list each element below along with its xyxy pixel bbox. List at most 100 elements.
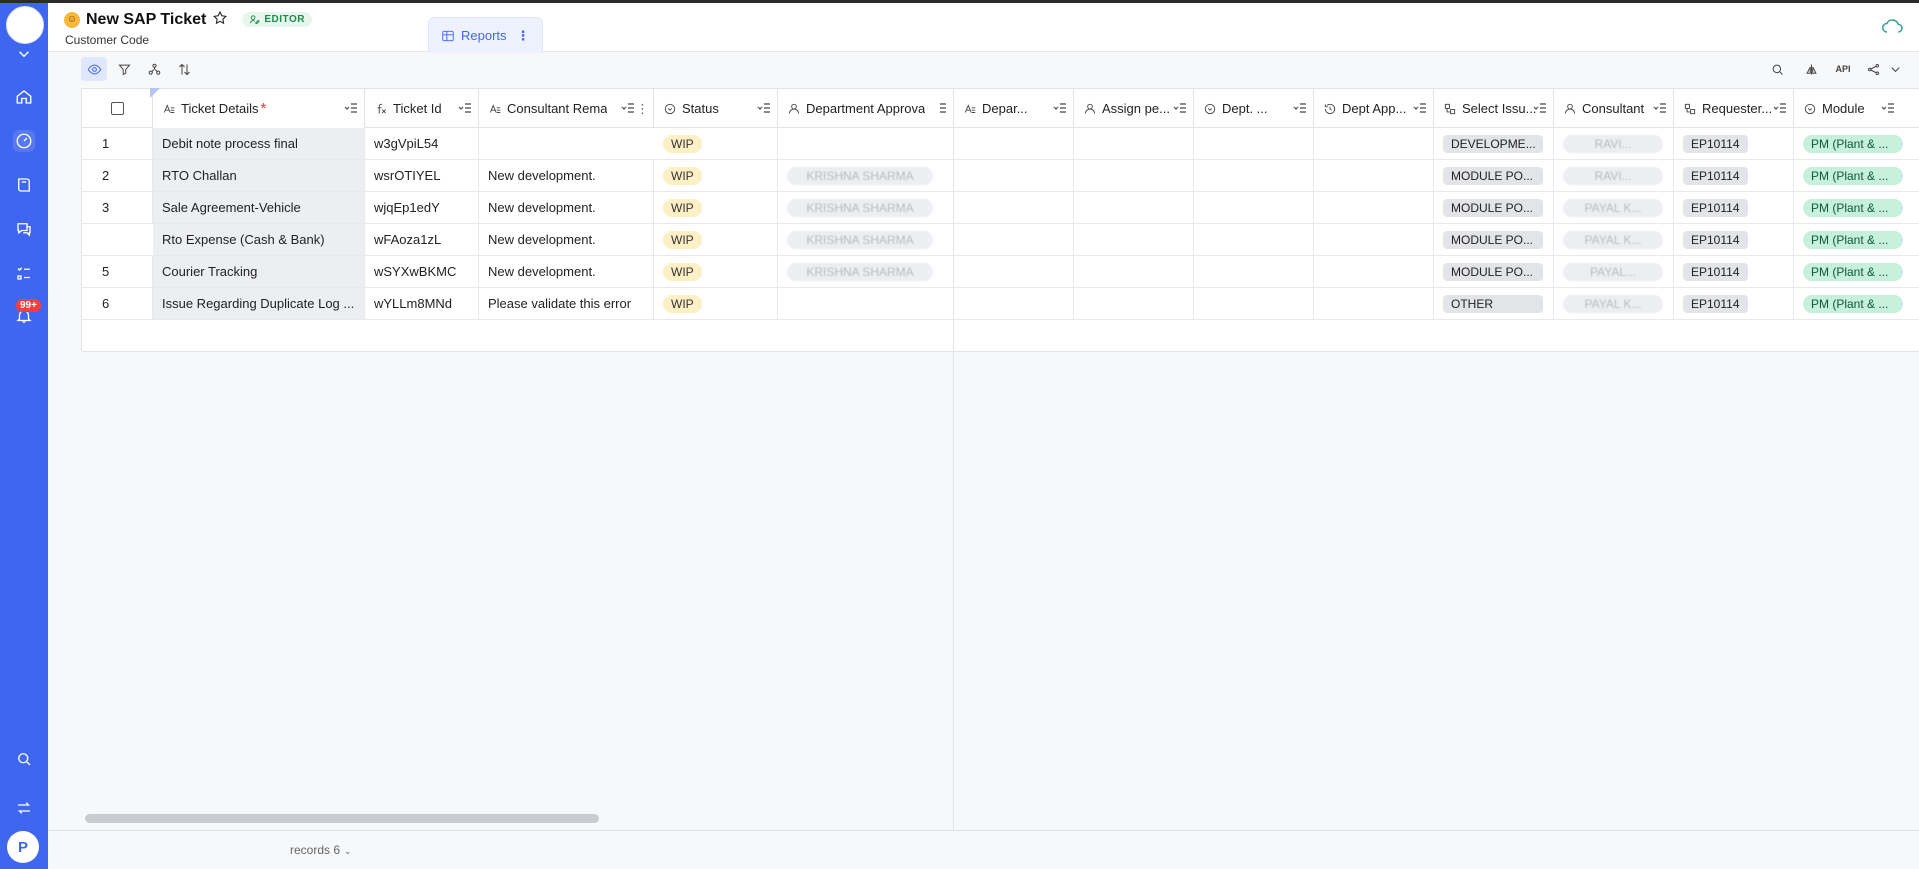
select-issue-cell[interactable]: MODULE PO... — [1434, 160, 1554, 191]
dept-approval-time-cell[interactable] — [1314, 256, 1434, 287]
requester-cell[interactable]: EP10114 — [1674, 224, 1794, 255]
dept-cell[interactable] — [1194, 224, 1314, 255]
column-menu-icon[interactable] — [458, 102, 472, 114]
assign-person-cell[interactable] — [1074, 256, 1194, 287]
status-cell[interactable]: WIP — [654, 160, 778, 191]
column-header-department[interactable]: Depar... — [954, 89, 1074, 128]
module-cell[interactable]: PM (Plant & ... — [1794, 160, 1919, 191]
status-cell[interactable]: WIP — [654, 224, 778, 255]
consultant-cell[interactable]: RAVI... — [1554, 160, 1674, 191]
api-icon[interactable]: API — [1830, 57, 1856, 81]
share-icon[interactable] — [1860, 57, 1886, 81]
consultant-remark-cell[interactable]: New development. — [479, 192, 654, 223]
ticket-id-cell[interactable]: wYLLm8MNd — [365, 288, 479, 319]
swap-icon[interactable] — [13, 797, 35, 819]
module-cell[interactable]: PM (Plant & ... — [1794, 256, 1919, 287]
cloud-sync-icon[interactable] — [1881, 17, 1905, 38]
sort-icon[interactable] — [171, 57, 197, 81]
search-icon[interactable] — [13, 748, 35, 770]
ticket-details-cell[interactable]: Courier Tracking — [153, 256, 365, 287]
module-cell[interactable]: PM (Plant & ... — [1794, 128, 1919, 159]
search-icon[interactable] — [1764, 57, 1790, 81]
ticket-id-cell[interactable]: wFAoza1zL — [365, 224, 479, 255]
table-row[interactable]: 1 Debit note process final w3gVpiL54 WIP… — [82, 128, 1919, 160]
consultant-cell[interactable]: PAYAL K... — [1554, 192, 1674, 223]
table-row[interactable]: 3 Sale Agreement-Vehicle wjqEp1edY New d… — [82, 192, 1919, 224]
column-menu-icon[interactable] — [933, 102, 947, 114]
department-cell[interactable] — [954, 224, 1074, 255]
more-vertical-icon[interactable]: ⋮ — [517, 28, 530, 44]
ticket-details-cell[interactable]: Issue Regarding Duplicate Log ... — [153, 288, 365, 319]
column-menu-icon[interactable] — [1173, 102, 1187, 114]
book-icon[interactable] — [13, 174, 35, 196]
status-cell[interactable]: WIP — [654, 128, 778, 159]
ticket-details-cell[interactable]: RTO Challan — [153, 160, 365, 191]
assign-person-cell[interactable] — [1074, 128, 1194, 159]
select-issue-cell[interactable]: MODULE PO... — [1434, 192, 1554, 223]
symbol-icon[interactable] — [1798, 57, 1824, 81]
chevron-down-icon[interactable] — [1886, 57, 1904, 81]
module-cell[interactable]: PM (Plant & ... — [1794, 288, 1919, 319]
requester-cell[interactable]: EP10114 — [1674, 192, 1794, 223]
department-approval-cell[interactable] — [778, 288, 954, 319]
status-cell[interactable]: WIP — [654, 288, 778, 319]
consultant-remark-cell[interactable]: New development. — [479, 256, 654, 287]
consultant-cell[interactable]: PAYAL K... — [1554, 224, 1674, 255]
table-row[interactable]: 2 RTO Challan wsrOTIYEL New development.… — [82, 160, 1919, 192]
eye-icon[interactable] — [81, 57, 107, 81]
consultant-cell[interactable]: RAVI... — [1554, 128, 1674, 159]
dept-approval-time-cell[interactable] — [1314, 224, 1434, 255]
dept-cell[interactable] — [1194, 288, 1314, 319]
assign-person-cell[interactable] — [1074, 224, 1194, 255]
page-title[interactable]: New SAP Ticket — [86, 11, 206, 29]
column-menu-icon[interactable] — [1293, 102, 1307, 114]
column-menu-icon[interactable] — [621, 102, 635, 114]
add-row[interactable] — [82, 320, 1919, 352]
consultant-remark-cell[interactable]: Please validate this error — [479, 288, 654, 319]
requester-cell[interactable]: EP10114 — [1674, 288, 1794, 319]
assign-person-cell[interactable] — [1074, 160, 1194, 191]
column-header-select-issue[interactable]: Select Issu... — [1434, 89, 1554, 128]
workspace-logo[interactable] — [6, 6, 44, 44]
department-cell[interactable] — [954, 160, 1074, 191]
column-menu-icon[interactable] — [344, 102, 358, 114]
ticket-id-cell[interactable]: w3gVpiL54 — [365, 128, 479, 159]
column-header-dept-approval-time[interactable]: Dept App... — [1314, 89, 1434, 128]
filter-icon[interactable] — [111, 57, 137, 81]
dept-approval-time-cell[interactable] — [1314, 128, 1434, 159]
column-menu-icon[interactable] — [1533, 102, 1547, 114]
consultant-cell[interactable]: PAYAL K... — [1554, 288, 1674, 319]
tab-reports[interactable]: Reports ⋮ — [428, 17, 543, 53]
select-issue-cell[interactable]: MODULE PO... — [1434, 256, 1554, 287]
table-row[interactable]: 6 Issue Regarding Duplicate Log ... wYLL… — [82, 288, 1919, 320]
requester-cell[interactable]: EP10114 — [1674, 160, 1794, 191]
status-cell[interactable]: WIP — [654, 192, 778, 223]
requester-cell[interactable]: EP10114 — [1674, 256, 1794, 287]
column-header-consultant[interactable]: Consultant — [1554, 89, 1674, 128]
column-header-requester[interactable]: Requester... — [1674, 89, 1794, 128]
dept-cell[interactable] — [1194, 256, 1314, 287]
column-menu-icon[interactable] — [757, 102, 771, 114]
dept-cell[interactable] — [1194, 160, 1314, 191]
department-cell[interactable] — [954, 128, 1074, 159]
select-issue-cell[interactable]: OTHER — [1434, 288, 1554, 319]
select-all-checkbox[interactable] — [110, 102, 124, 115]
column-header-dept[interactable]: Dept. ... — [1194, 89, 1314, 128]
column-header-consultant-remark[interactable]: Consultant Rema ⋮ — [479, 89, 654, 128]
task-list-icon[interactable] — [13, 262, 35, 284]
column-header-module[interactable]: Module — [1794, 89, 1919, 128]
department-approval-cell[interactable]: KRISHNA SHARMA — [778, 256, 954, 287]
column-header-ticket-details[interactable]: Ticket Details * — [153, 89, 365, 128]
requester-cell[interactable]: EP10114 — [1674, 128, 1794, 159]
group-icon[interactable] — [141, 57, 167, 81]
horizontal-scrollbar[interactable] — [85, 814, 599, 823]
ticket-id-cell[interactable]: wSYXwBKMC — [365, 256, 479, 287]
module-cell[interactable]: PM (Plant & ... — [1794, 224, 1919, 255]
dept-approval-time-cell[interactable] — [1314, 192, 1434, 223]
smile-emoji-icon[interactable]: ☺ — [64, 11, 80, 28]
column-menu-icon[interactable] — [1773, 102, 1787, 114]
ticket-details-cell[interactable]: Debit note process final — [153, 128, 365, 159]
department-approval-cell[interactable] — [778, 128, 954, 159]
table-row[interactable]: Rto Expense (Cash & Bank) wFAoza1zL New … — [82, 224, 1919, 256]
chat-icon[interactable] — [13, 218, 35, 240]
